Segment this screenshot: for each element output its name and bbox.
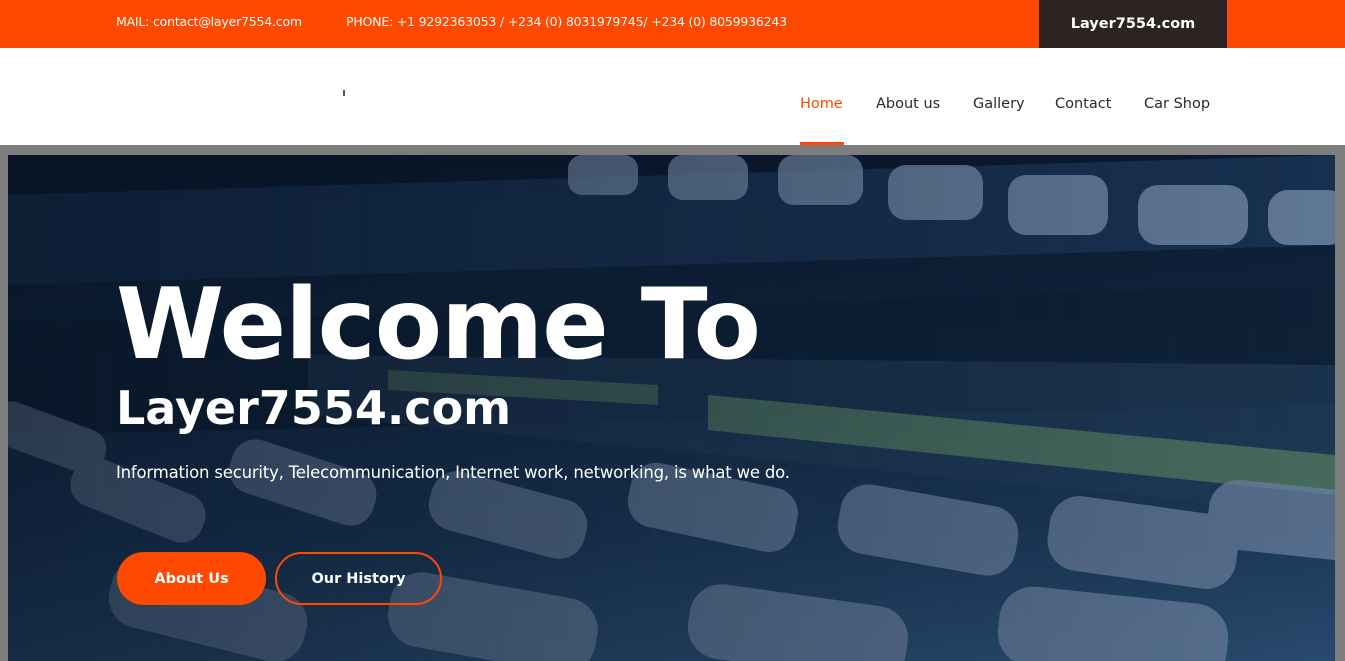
contact-phone[interactable]: PHONE: +1 9292363053 / +234 (0) 80319797… (346, 14, 787, 29)
hero-site-name: Layer7554.com (116, 381, 512, 435)
main-navigation: Home About us Gallery Contact Car Shop (0, 48, 1345, 145)
logo[interactable] (343, 90, 345, 96)
our-history-button-label: Our History (311, 570, 406, 587)
about-us-button-label: About Us (154, 570, 229, 587)
nav-item-car-shop[interactable]: Car Shop (1144, 96, 1210, 112)
about-us-button[interactable]: About Us (117, 552, 266, 605)
hero-heading: Welcome To (116, 268, 761, 382)
contact-email[interactable]: MAIL: contact@layer7554.com (116, 14, 302, 29)
nav-item-home[interactable]: Home (800, 96, 843, 112)
top-contact-bar: MAIL: contact@layer7554.com PHONE: +1 92… (0, 0, 1345, 48)
site-brand-link[interactable]: Layer7554.com (1039, 0, 1227, 48)
nav-item-about-us[interactable]: About us (876, 96, 940, 112)
our-history-button[interactable]: Our History (275, 552, 442, 605)
hero-tagline: Information security, Telecommunication,… (116, 463, 790, 482)
brand-label: Layer7554.com (1070, 16, 1196, 32)
nav-item-contact[interactable]: Contact (1055, 96, 1111, 112)
nav-item-gallery[interactable]: Gallery (973, 96, 1025, 112)
